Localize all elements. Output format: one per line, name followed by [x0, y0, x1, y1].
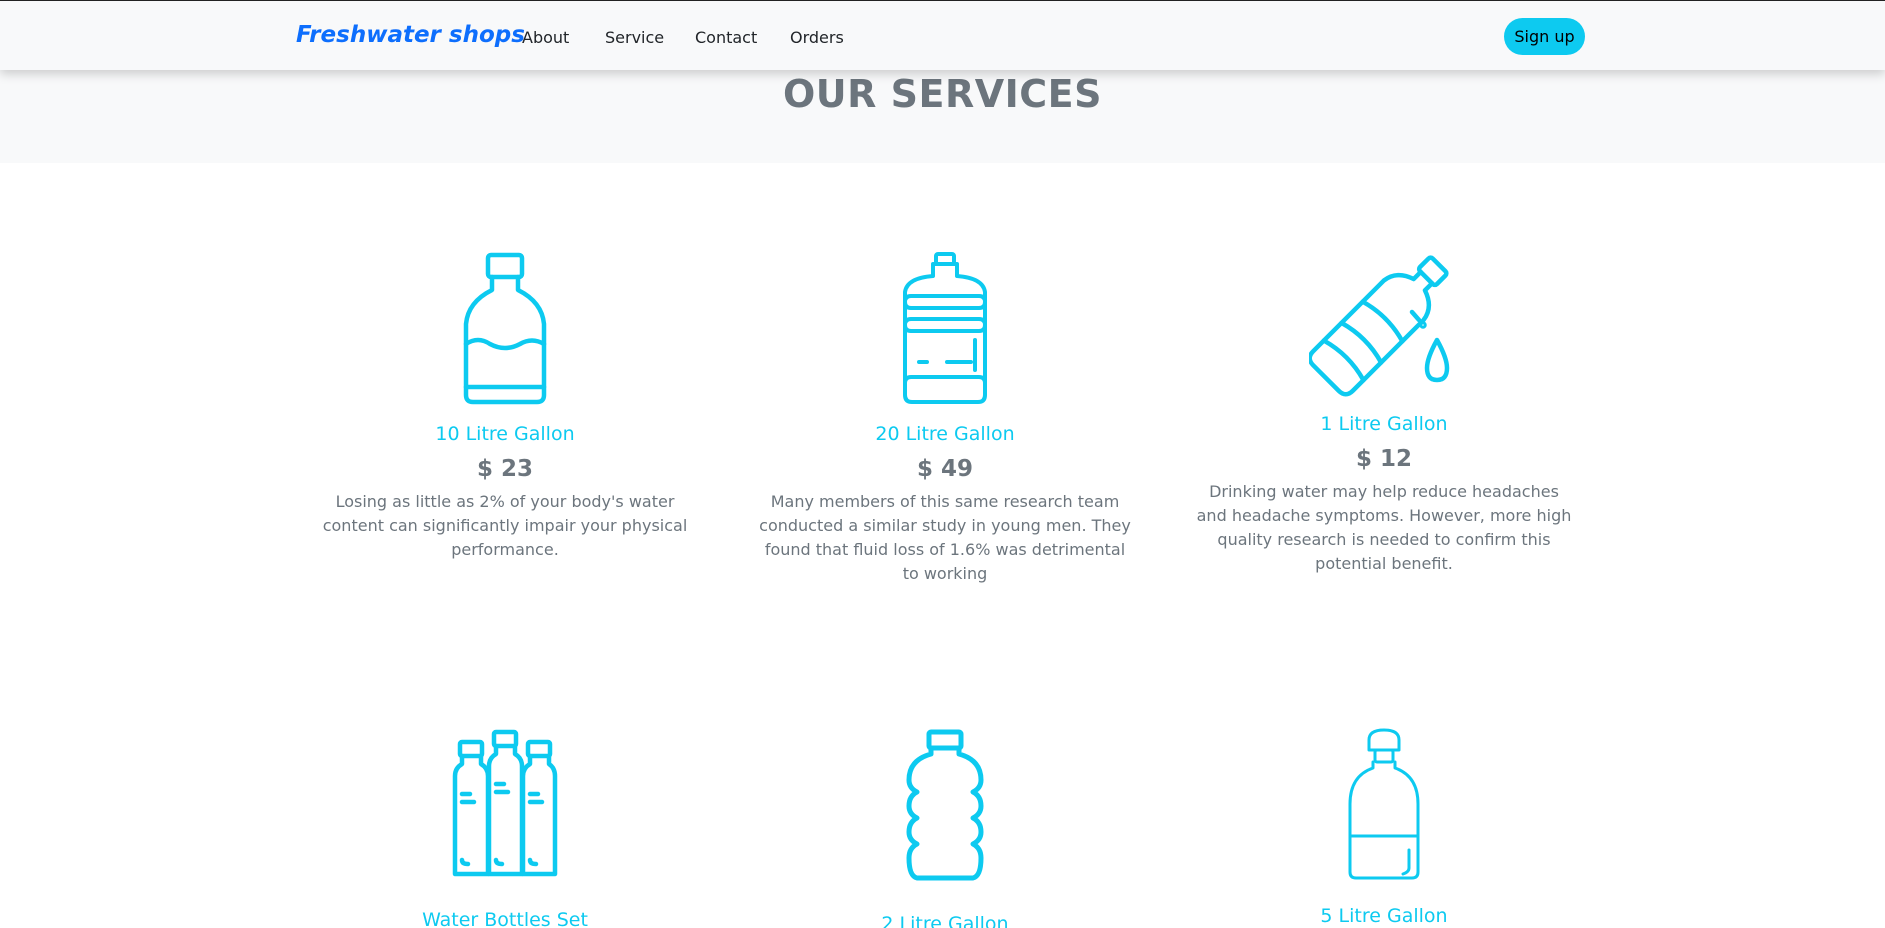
product-card[interactable]: 5 Litre Gallon — [1184, 728, 1584, 928]
product-price: $ 23 — [476, 456, 534, 482]
product-card[interactable]: 1 Litre Gallon $ 12 Drinking water may h… — [1184, 250, 1584, 576]
product-price: $ 49 — [916, 456, 974, 482]
page: OUR SERVICES Freshwater shops About Serv… — [0, 0, 1885, 928]
product-name: 20 Litre Gallon — [875, 423, 1015, 445]
product-name: 5 Litre Gallon — [1320, 905, 1448, 927]
ribbed-bottle-icon — [906, 729, 984, 881]
product-name: 1 Litre Gallon — [1320, 413, 1448, 435]
product-card[interactable]: Water Bottles Set — [305, 728, 705, 928]
water-cooler-bottle-icon — [903, 252, 987, 404]
product-description: Losing as little as 2% of your body's wa… — [322, 492, 688, 559]
round-bottle-icon — [1348, 728, 1420, 880]
signup-button[interactable]: Sign up — [1504, 18, 1585, 55]
product-card[interactable]: 2 Litre Gallon — [745, 728, 1145, 928]
product-card[interactable]: 10 Litre Gallon $ 23 Losing as little as… — [305, 252, 705, 562]
product-description: Many members of this same research team … — [759, 492, 1131, 583]
product-name: 2 Litre Gallon — [881, 913, 1009, 928]
product-card[interactable]: 20 Litre Gallon $ 49 Many members of thi… — [745, 252, 1145, 586]
navbar: Freshwater shops About Service Contact O… — [0, 0, 1885, 70]
brand-logo[interactable]: Freshwater shops — [296, 22, 525, 48]
pouring-bottle-icon — [1309, 255, 1450, 397]
water-jug-icon — [463, 252, 547, 405]
nav-link-orders[interactable]: Orders — [790, 28, 844, 47]
product-name: 10 Litre Gallon — [435, 423, 575, 445]
nav-link-contact[interactable]: Contact — [695, 28, 757, 47]
product-name: Water Bottles Set — [422, 909, 588, 928]
nav-link-about[interactable]: About — [522, 28, 569, 47]
nav-link-service[interactable]: Service — [605, 28, 664, 47]
bottles-set-icon — [452, 729, 558, 877]
product-price: $ 12 — [1355, 446, 1413, 472]
product-description: Drinking water may help reduce headaches… — [1196, 482, 1572, 573]
section-title: OUR SERVICES — [783, 72, 1102, 116]
